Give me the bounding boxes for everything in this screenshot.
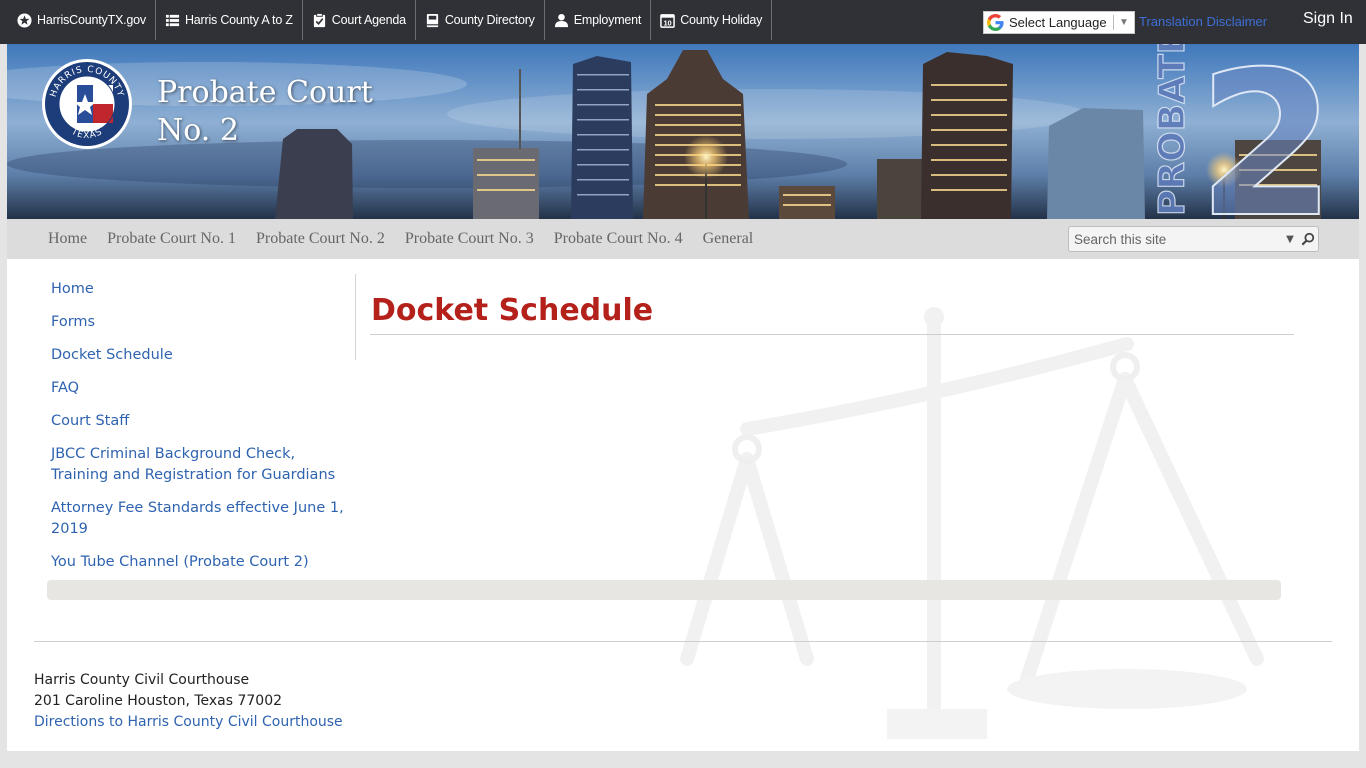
search-input[interactable] — [1069, 227, 1282, 251]
list-icon — [165, 13, 180, 28]
main-nav-items: Home Probate Court No. 1 Probate Court N… — [48, 219, 773, 259]
nav-item-general[interactable]: General — [703, 230, 754, 248]
harris-county-seal[interactable]: HARRIS COUNTY TEXAS — [41, 58, 133, 150]
top-link-harriscounty[interactable]: HarrisCountyTX.gov — [8, 0, 156, 40]
directions-link[interactable]: Directions to Harris County Civil Courth… — [34, 714, 343, 730]
top-link-employment[interactable]: Employment — [545, 0, 652, 40]
top-link-label: Employment — [573, 13, 642, 27]
nav-item-probate-court-2[interactable]: Probate Court No. 2 — [256, 230, 385, 248]
site-footer: Harris County Civil Courthouse 201 Carol… — [34, 670, 343, 733]
left-nav-court-staff[interactable]: Court Staff — [51, 411, 351, 432]
title-divider — [370, 334, 1294, 335]
google-g-icon — [984, 12, 1006, 33]
left-nav-jbcc-guardians[interactable]: JBCC Criminal Background Check, Training… — [51, 444, 351, 486]
site-title-line1: Probate Court — [157, 75, 373, 110]
scales-of-justice-watermark-icon — [680, 307, 1264, 739]
top-link-label: HarrisCountyTX.gov — [37, 13, 146, 27]
left-nav-forms[interactable]: Forms — [51, 312, 351, 333]
person-icon — [554, 13, 569, 28]
top-link-a-to-z[interactable]: Harris County A to Z — [156, 0, 303, 40]
top-link-label: Court Agenda — [331, 13, 406, 27]
left-nav-youtube-channel[interactable]: You Tube Channel (Probate Court 2) — [51, 552, 351, 573]
dropdown-arrow-icon: ▼ — [1119, 17, 1129, 28]
nav-item-probate-court-1[interactable]: Probate Court No. 1 — [107, 230, 236, 248]
calendar-badge: 10 — [664, 18, 672, 27]
calendar-icon: 10 — [660, 13, 676, 28]
main-navigation: Home Probate Court No. 1 Probate Court N… — [7, 219, 1359, 259]
nav-item-home[interactable]: Home — [48, 230, 87, 248]
top-links: HarrisCountyTX.gov Harris County A to Z … — [8, 0, 773, 40]
top-link-label: County Directory — [444, 13, 535, 27]
left-nav-home[interactable]: Home — [51, 279, 351, 300]
page-title: Docket Schedule — [371, 293, 654, 328]
select-language-label: Select Language — [1009, 15, 1107, 30]
nav-item-probate-court-3[interactable]: Probate Court No. 3 — [405, 230, 534, 248]
site-banner: PROBATE 2 HARRIS COUNTY TEXAS Probate Co… — [7, 44, 1359, 219]
top-link-county-holiday[interactable]: 10 County Holiday — [651, 0, 773, 40]
sign-in-link[interactable]: Sign In — [1303, 10, 1353, 28]
star-badge-icon — [17, 12, 32, 28]
footer-divider — [34, 641, 1332, 642]
translation-disclaimer-link[interactable]: Translation Disclaimer — [1139, 14, 1267, 29]
left-nav-divider — [355, 274, 356, 360]
top-link-county-directory[interactable]: County Directory — [416, 0, 545, 40]
banner-watermark-number: 2 — [1197, 44, 1336, 219]
top-link-court-agenda[interactable]: Court Agenda — [303, 0, 416, 40]
search-box: ▼ — [1068, 226, 1319, 252]
left-nav-attorney-fee-standards[interactable]: Attorney Fee Standards effective June 1,… — [51, 498, 351, 540]
book-icon — [425, 13, 440, 28]
left-nav-docket-schedule[interactable]: Docket Schedule — [51, 345, 351, 366]
nav-item-probate-court-4[interactable]: Probate Court No. 4 — [554, 230, 683, 248]
site-title[interactable]: Probate Court No. 2 — [157, 74, 373, 150]
content-area: Home Forms Docket Schedule FAQ Court Sta… — [7, 259, 1359, 751]
clipboard-check-icon — [312, 12, 327, 28]
top-link-label: Harris County A to Z — [184, 13, 293, 27]
site-title-line2: No. 2 — [157, 113, 239, 148]
footer-address-line1: Harris County Civil Courthouse — [34, 672, 250, 688]
banner-watermark-word: PROBATE — [1152, 44, 1193, 216]
search-scope-dropdown-icon[interactable]: ▼ — [1282, 234, 1298, 245]
footer-address-line2: 201 Caroline Houston, Texas 77002 — [34, 693, 283, 709]
search-icon[interactable] — [1298, 229, 1318, 249]
content-footer-strip — [47, 580, 1281, 600]
left-navigation: Home Forms Docket Schedule FAQ Court Sta… — [51, 279, 351, 585]
left-nav-faq[interactable]: FAQ — [51, 378, 351, 399]
top-utility-bar: HarrisCountyTX.gov Harris County A to Z … — [0, 0, 1366, 44]
select-language-dropdown[interactable]: Select Language ▼ — [983, 11, 1135, 34]
top-link-label: County Holiday — [680, 13, 763, 27]
